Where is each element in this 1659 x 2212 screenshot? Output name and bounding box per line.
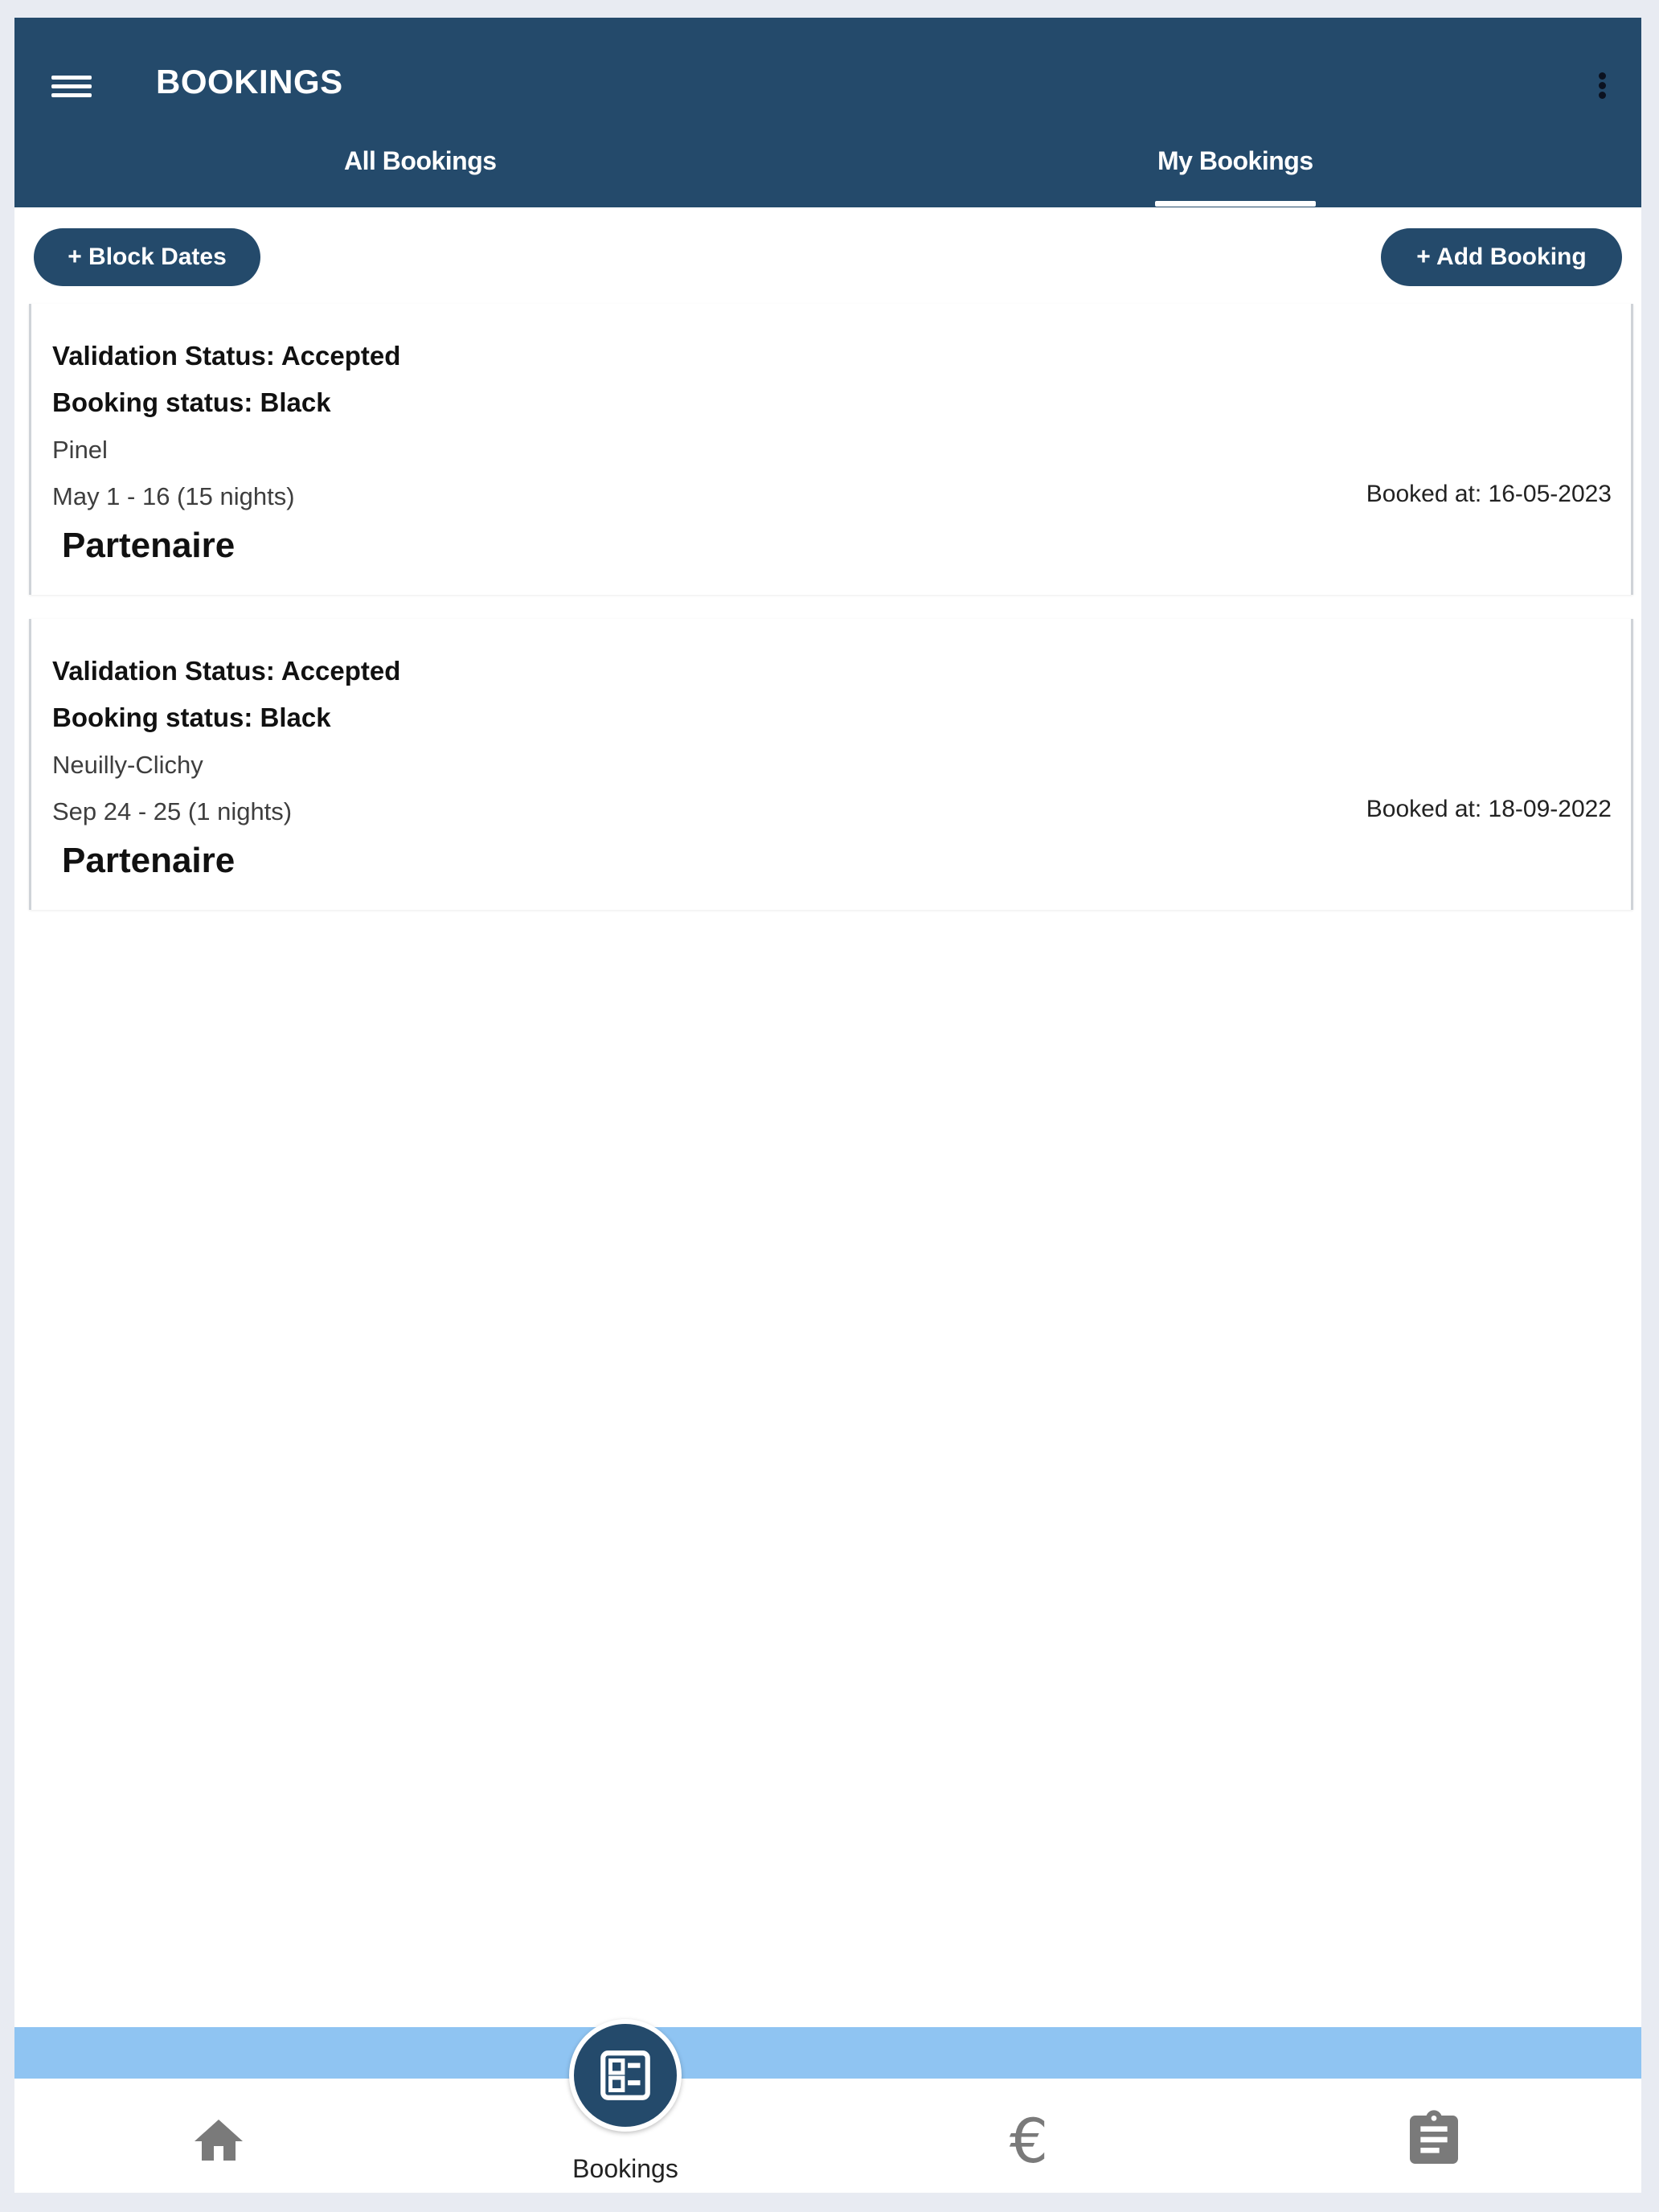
- booking-status: Booking status: Black: [52, 703, 331, 732]
- booked-at: Booked at: 16-05-2023: [1366, 481, 1612, 507]
- tab-my-bookings[interactable]: My Bookings: [1157, 146, 1313, 176]
- booking-status: Booking status: Black: [52, 387, 331, 417]
- bookings-nav-button[interactable]: [569, 2019, 682, 2132]
- app-frame: BOOKINGS All Bookings My Bookings + Bloc…: [14, 18, 1641, 2193]
- block-dates-button[interactable]: + Block Dates: [34, 228, 260, 286]
- home-icon[interactable]: [190, 2112, 248, 2170]
- booking-card[interactable]: Validation Status: Accepted Booking stat…: [29, 304, 1633, 595]
- booking-card[interactable]: Validation Status: Accepted Booking stat…: [29, 619, 1633, 910]
- booking-type: Partenaire: [62, 841, 236, 880]
- app-bar: BOOKINGS All Bookings My Bookings: [14, 18, 1641, 207]
- bottom-navigation: [14, 2079, 1641, 2193]
- validation-status: Validation Status: Accepted: [52, 656, 401, 686]
- property-name: Pinel: [52, 436, 108, 464]
- clipboard-icon[interactable]: [1402, 2106, 1466, 2173]
- svg-text:€: €: [1010, 2108, 1048, 2172]
- more-options-icon[interactable]: [1593, 53, 1612, 117]
- active-tab-indicator: [1155, 201, 1316, 207]
- booking-dates: Sep 24 - 25 (1 nights): [52, 797, 293, 825]
- booked-at: Booked at: 18-09-2022: [1366, 796, 1612, 822]
- hamburger-menu-icon[interactable]: [50, 56, 95, 113]
- euro-icon[interactable]: €: [989, 2105, 1069, 2177]
- bottom-nav-strip: [14, 2027, 1641, 2079]
- tab-all-bookings[interactable]: All Bookings: [344, 146, 497, 176]
- bookings-nav-label[interactable]: Bookings: [529, 2154, 722, 2184]
- page-title: BOOKINGS: [156, 63, 343, 100]
- booking-type: Partenaire: [62, 526, 236, 565]
- property-name: Neuilly-Clichy: [52, 751, 203, 779]
- booking-dates: May 1 - 16 (15 nights): [52, 482, 295, 510]
- validation-status: Validation Status: Accepted: [52, 341, 401, 371]
- add-booking-button[interactable]: + Add Booking: [1381, 228, 1622, 286]
- bookings-icon: [596, 2046, 655, 2105]
